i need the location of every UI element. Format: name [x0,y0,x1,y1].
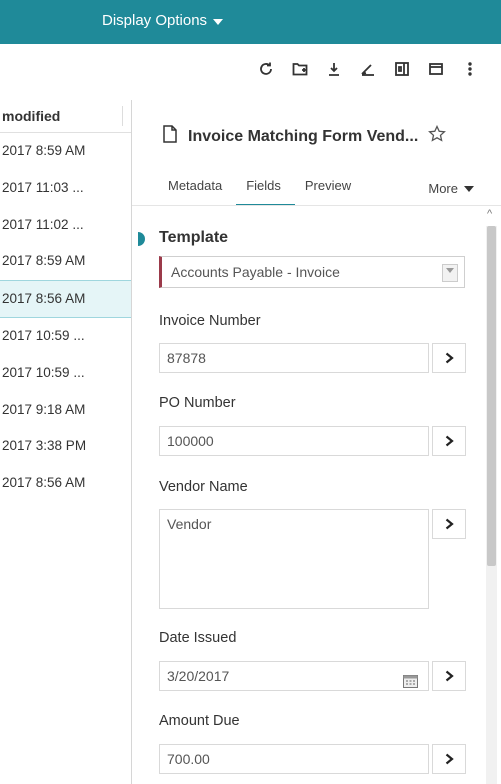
column-header-modified[interactable]: modified [0,100,131,133]
star-icon[interactable] [428,124,447,148]
tab-bar: Metadata Fields Preview More [158,172,488,206]
columns-icon[interactable] [393,60,411,78]
po-number-field[interactable]: 100000 [159,426,429,456]
tab-preview[interactable]: Preview [295,172,365,206]
template-label: Template [159,229,229,246]
list-row[interactable]: 2017 10:59 ... [0,318,131,355]
tab-fields[interactable]: Fields [236,172,295,206]
more-vertical-icon[interactable] [461,60,479,78]
chevron-right-icon [445,670,454,682]
details-panel: Invoice Matching Form Vend... Metadata F… [132,100,501,784]
tab-more[interactable]: More [418,172,488,206]
document-title-bar: Invoice Matching Form Vend... [162,124,482,148]
template-value: Accounts Payable - Invoice [171,264,340,280]
list-row[interactable]: 2017 10:59 ... [0,355,131,392]
date-issued-label: Date Issued [159,630,237,646]
vendor-name-field[interactable]: Vendor [159,509,429,609]
scrollbar[interactable] [486,226,497,784]
list-row-selected[interactable]: 2017 8:56 AM [0,280,131,318]
list-row[interactable]: 2017 3:38 PM [0,428,131,465]
message-icon[interactable] [427,60,445,78]
tab-more-label: More [428,180,458,196]
po-number-label: PO Number [159,395,236,411]
display-options-label: Display Options [102,12,208,29]
invoice-number-go-button[interactable] [432,343,466,373]
list-row[interactable]: 2017 11:02 ... [0,207,131,244]
amount-due-label: Amount Due [159,713,240,729]
vendor-name-go-button[interactable] [432,509,466,539]
calendar-icon[interactable] [403,669,418,688]
fields-form: Template Accounts Payable - Invoice Invo… [132,206,501,784]
invoice-number-label: Invoice Number [159,313,261,329]
list-row[interactable]: 2017 11:03 ... [0,170,131,207]
vendor-name-label: Vendor Name [159,479,248,495]
refresh-icon[interactable] [257,60,275,78]
list-row[interactable]: 2017 8:59 AM [0,133,131,170]
template-select[interactable]: Accounts Payable - Invoice [159,256,465,288]
scrollbar-thumb[interactable] [487,226,496,566]
invoice-number-field[interactable]: 87878 [159,343,429,373]
document-title: Invoice Matching Form Vend... [188,127,419,145]
chevron-right-icon [445,352,454,364]
caret-down-icon [464,186,474,192]
date-issued-go-button[interactable] [432,661,466,691]
po-number-go-button[interactable] [432,426,466,456]
amount-due-go-button[interactable] [432,744,466,774]
edit-icon[interactable] [359,60,377,78]
chevron-right-icon [445,753,454,765]
caret-down-icon [213,18,224,25]
list-row[interactable]: 2017 8:56 AM [0,465,131,502]
amount-due-field[interactable]: 700.00 [159,744,429,774]
list-row[interactable]: 2017 9:18 AM [0,392,131,429]
chevron-right-icon [445,518,454,530]
document-icon [162,125,178,148]
display-options-menu[interactable]: Display Options [102,12,224,29]
scroll-up-icon[interactable]: ^ [487,208,492,220]
date-issued-field[interactable]: 3/20/2017 [159,661,429,691]
chevron-right-icon [445,435,454,447]
toolbar [257,60,479,78]
dropdown-icon[interactable] [442,264,458,282]
top-bar: Display Options [0,0,501,44]
template-marker [138,232,145,246]
list-row[interactable]: 2017 8:59 AM [0,243,131,280]
date-issued-value: 3/20/2017 [167,668,230,684]
tab-metadata[interactable]: Metadata [158,172,236,206]
add-folder-icon[interactable] [291,60,309,78]
file-list: modified 2017 8:59 AM 2017 11:03 ... 201… [0,100,132,784]
download-icon[interactable] [325,60,343,78]
